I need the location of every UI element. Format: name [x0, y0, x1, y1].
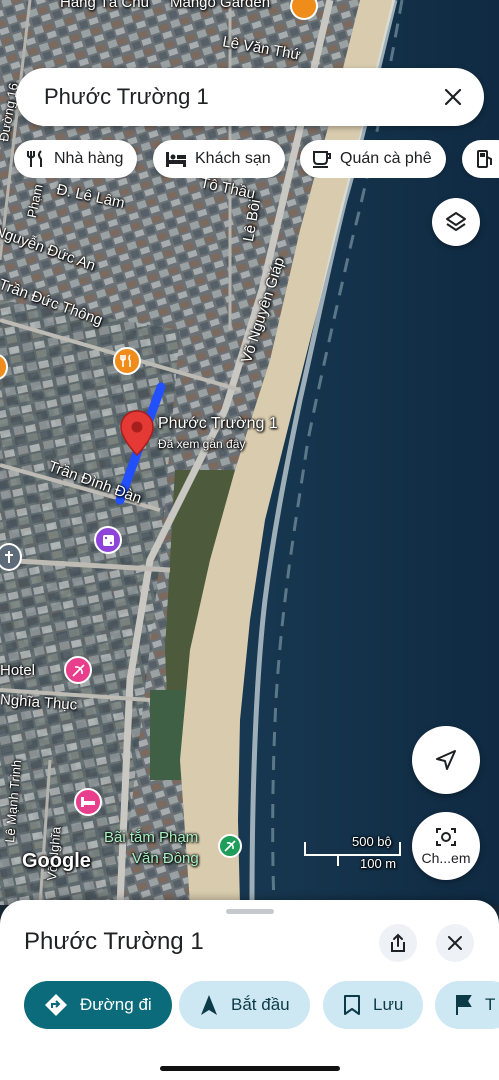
navigation-arrow-icon [436, 750, 456, 770]
close-sheet-button[interactable] [436, 924, 474, 962]
directions-label: Đường đi [80, 995, 152, 1014]
pin-subtitle: Đã xem gần đây [158, 437, 246, 451]
chip-gas-stations[interactable] [462, 140, 499, 178]
google-logo: Google [22, 850, 91, 872]
map-label: Mango Garden [170, 0, 271, 11]
attraction-icon[interactable] [64, 656, 92, 684]
start-label: Bắt đầu [231, 995, 290, 1014]
location-pin-icon[interactable] [120, 410, 154, 461]
sheet-drag-handle[interactable] [226, 909, 274, 914]
label-button-text: T [485, 995, 496, 1014]
chip-cafes[interactable]: Quán cà phê [300, 140, 446, 178]
layers-button[interactable] [432, 198, 480, 246]
close-icon [448, 936, 462, 950]
restaurant-icon [27, 150, 42, 167]
share-icon [391, 933, 405, 952]
dice-icon[interactable] [94, 526, 122, 554]
save-button[interactable]: Lưu [323, 981, 424, 1029]
lens-button[interactable]: Ch...em [412, 812, 480, 880]
search-bar[interactable]: Phước Trường 1 [16, 68, 484, 126]
map-label: Hàng Tả Chu [60, 0, 149, 11]
directions-button[interactable]: Đường đi [24, 981, 172, 1029]
camera-lens-icon [436, 828, 456, 846]
map-label: Hotel [0, 662, 36, 679]
lens-label: Ch...em [421, 850, 471, 866]
directions-icon [45, 994, 67, 1016]
start-button[interactable]: Bắt đầu [179, 981, 310, 1029]
navigation-icon [201, 995, 217, 1015]
gas-station-icon [477, 150, 492, 168]
category-chips: Nhà hàng Khách sạn Quán cà phê [14, 140, 499, 178]
restaurant-icon[interactable] [113, 347, 141, 375]
chip-hotels[interactable]: Khách sạn [153, 140, 285, 178]
chip-label: Nhà hàng [54, 150, 124, 167]
share-button[interactable] [379, 924, 417, 962]
chip-label: Khách sạn [195, 150, 271, 167]
label-button[interactable]: T [435, 981, 499, 1029]
beach-label-line2: Văn Đồng [132, 850, 199, 867]
close-icon [444, 88, 462, 106]
beach-icon[interactable] [218, 834, 242, 858]
hotel-icon [166, 152, 186, 167]
place-title: Phước Trường 1 [24, 928, 204, 955]
clear-search-button[interactable] [440, 84, 466, 110]
chip-label: Quán cà phê [340, 150, 432, 167]
my-location-button[interactable] [412, 726, 480, 794]
hotel-poi-icon[interactable] [74, 788, 102, 816]
beach-label-line1: Bãi tắm Phạm [104, 829, 199, 846]
chip-restaurants[interactable]: Nhà hàng [14, 140, 138, 178]
place-bottom-sheet[interactable]: Phước Trường 1 Đường đi Bắt đầu Lưu T [0, 900, 499, 1080]
layers-icon [446, 212, 466, 231]
save-label: Lưu [373, 995, 404, 1014]
bookmark-icon [344, 995, 360, 1015]
search-query[interactable]: Phước Trường 1 [44, 84, 440, 110]
flag-icon [456, 995, 472, 1015]
scale-label-bottom: 100 m [360, 856, 397, 871]
home-indicator [160, 1066, 340, 1071]
coffee-icon [313, 151, 331, 168]
pin-title: Phước Trường 1 [158, 415, 278, 432]
scale-label-top: 500 bộ [352, 834, 392, 849]
